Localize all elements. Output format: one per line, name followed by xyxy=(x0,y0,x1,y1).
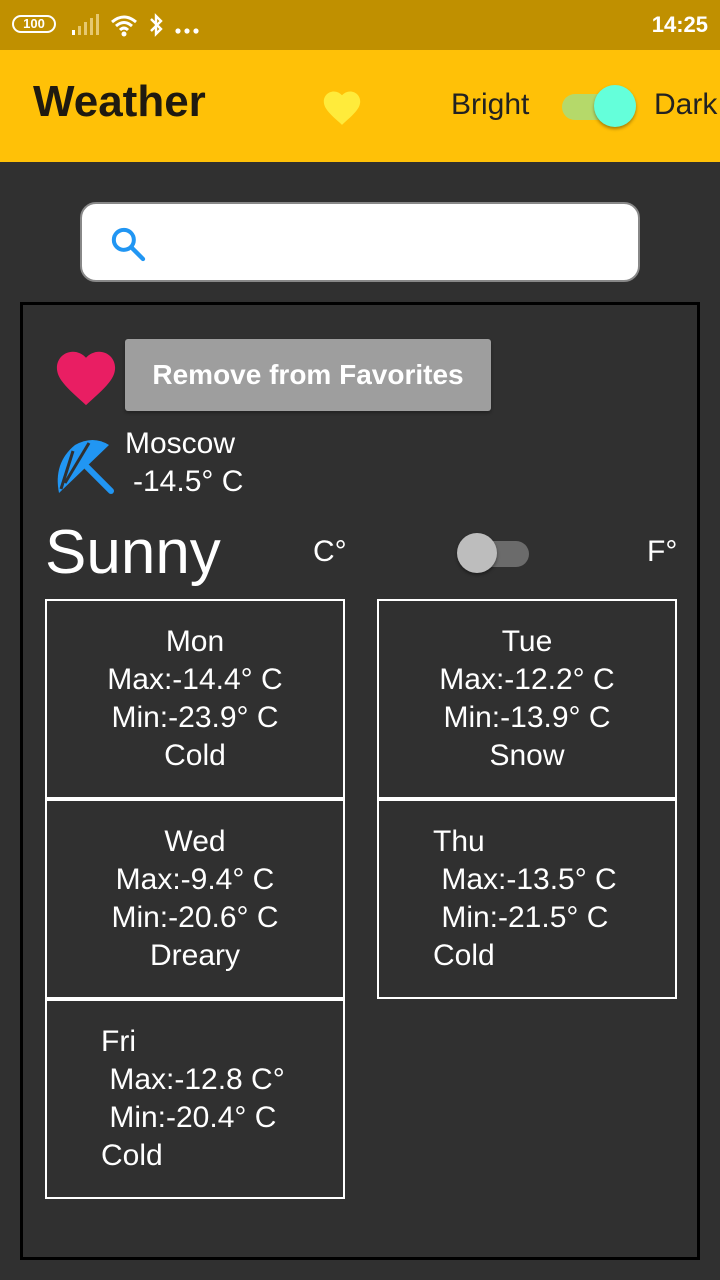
celsius-label: C° xyxy=(313,535,347,568)
remove-from-favorites-button[interactable]: Remove from Favorites xyxy=(125,339,491,411)
fahrenheit-label: F° xyxy=(647,535,678,568)
forecast-desc: Cold xyxy=(101,1139,163,1172)
forecast-day-name: Thu xyxy=(433,825,485,858)
forecast-max: Max:-12.8 C° xyxy=(101,1063,285,1096)
forecast-max: Max:-13.5° C xyxy=(433,863,617,896)
forecast-min: Min:-23.9° C xyxy=(111,701,279,734)
signal-icon xyxy=(72,14,99,35)
forecast-max: Max:-9.4° C xyxy=(115,863,275,896)
forecast-day-name: Fri xyxy=(101,1025,136,1058)
forecast-day: Tue Max:-12.2° C Min:-13.9° C Snow xyxy=(377,599,677,799)
bluetooth-icon xyxy=(150,13,163,37)
app-bar: Weather Bright Dark xyxy=(0,50,720,162)
search-input[interactable] xyxy=(162,220,626,268)
forecast-desc: Cold xyxy=(433,939,495,972)
forecast-min: Min:-21.5° C xyxy=(433,901,609,934)
forecast-desc: Dreary xyxy=(149,939,240,972)
forecast-min: Min:-20.4° C xyxy=(101,1101,277,1134)
forecast-day: Wed Max:-9.4° C Min:-20.6° C Dreary xyxy=(45,799,345,999)
more-dots-icon xyxy=(175,28,199,34)
status-bar: 100 14:25 xyxy=(0,0,720,50)
app-title: Weather xyxy=(33,77,206,126)
search-icon xyxy=(111,227,146,262)
forecast-min: Min:-20.6° C xyxy=(111,901,279,934)
wifi-icon xyxy=(111,15,137,37)
status-time: 14:25 xyxy=(651,12,708,37)
dark-label: Dark xyxy=(654,88,718,121)
forecast-day-name: Tue xyxy=(501,625,553,658)
forecast-day: Mon Max:-14.4° C Min:-23.9° C Cold xyxy=(45,599,345,799)
forecast-max: Max:-14.4° C xyxy=(107,663,283,696)
favorites-heart-icon[interactable] xyxy=(320,86,364,126)
umbrella-icon xyxy=(57,440,114,494)
bright-label: Bright xyxy=(451,88,530,121)
forecast-desc: Snow xyxy=(489,739,565,772)
forecast-min: Min:-13.9° C xyxy=(443,701,611,734)
forecast-max: Max:-12.2° C xyxy=(439,663,615,696)
forecast-day-name: Mon xyxy=(165,625,225,658)
current-temperature: -14.5° C xyxy=(133,465,244,498)
battery-icon: 100 xyxy=(12,15,56,33)
forecast-day-name: Wed xyxy=(164,825,226,858)
forecast-day: Thu Max:-13.5° C Min:-21.5° C Cold xyxy=(377,799,677,999)
forecast-day: Fri Max:-12.8 C° Min:-20.4° C Cold xyxy=(45,999,345,1199)
unit-toggle[interactable] xyxy=(457,531,533,575)
heart-icon[interactable] xyxy=(51,343,121,407)
weather-condition: Sunny xyxy=(45,518,221,587)
city-name: Moscow xyxy=(125,427,236,460)
weather-card: Remove from Favorites Moscow -14.5° C Su… xyxy=(20,302,700,1260)
forecast-desc: Cold xyxy=(164,739,226,772)
theme-toggle[interactable] xyxy=(562,84,636,128)
search-box[interactable] xyxy=(80,202,640,282)
